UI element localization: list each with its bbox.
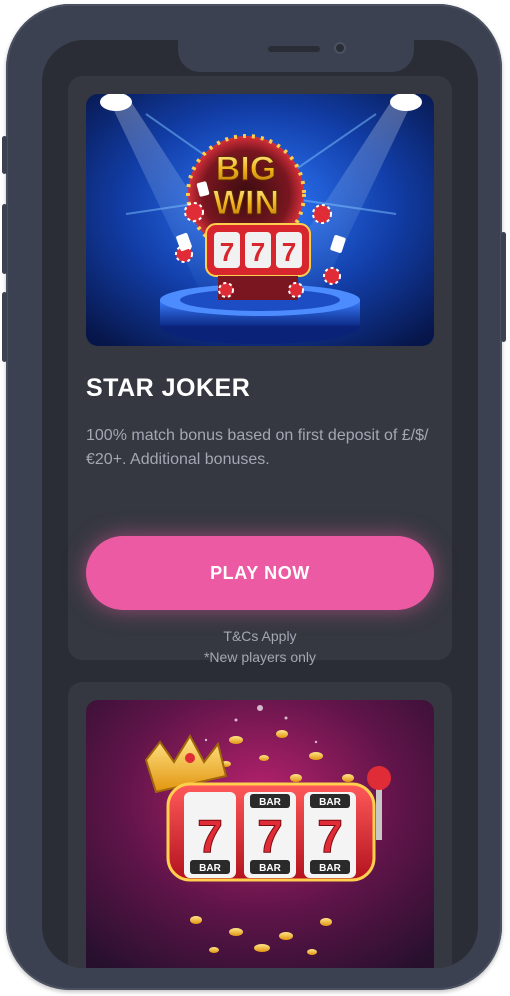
- reel-bottom-label: BAR: [319, 863, 341, 874]
- reel-symbol: 7: [220, 237, 234, 267]
- volume-up-button: [2, 204, 7, 274]
- win-text: WIN: [213, 184, 279, 222]
- phone-frame: BIG WIN 7 7 7 STAR JOKER 100% match bonu…: [2, 4, 506, 990]
- phone-screen: BIG WIN 7 7 7 STAR JOKER 100% match bonu…: [42, 40, 478, 968]
- play-now-button[interactable]: PLAY NOW: [86, 536, 434, 610]
- reel-symbol: 7: [282, 237, 296, 267]
- notch: [178, 40, 414, 72]
- reel-top-label: BAR: [259, 797, 281, 808]
- offer-banner-image-2: BAR BAR 7 7 7 BAR BAR BAR: [86, 700, 434, 968]
- lever-knob-icon: [367, 766, 391, 790]
- reel-symbol: 7: [197, 810, 223, 862]
- reel-symbol: 7: [251, 237, 265, 267]
- power-button: [501, 232, 506, 342]
- reel-symbol: 7: [317, 810, 343, 862]
- speaker-grille: [268, 46, 320, 52]
- reel-bottom-label: BAR: [199, 863, 221, 874]
- front-camera-icon: [334, 42, 346, 54]
- offer-card: BIG WIN 7 7 7 STAR JOKER 100% match bonu…: [68, 76, 452, 665]
- offer-description: 100% match bonus based on first deposit …: [86, 427, 429, 468]
- volume-down-button: [2, 292, 7, 362]
- offer-card-2: BAR BAR 7 7 7 BAR BAR BAR: [68, 682, 452, 968]
- big-text: BIG: [216, 150, 276, 188]
- offer-banner-image: BIG WIN 7 7 7: [86, 94, 434, 346]
- reel-top-label: BAR: [319, 797, 341, 808]
- terms-apply-text: T&Cs Apply: [223, 628, 297, 644]
- new-players-text: *New players only: [203, 649, 317, 665]
- silent-switch: [2, 136, 7, 174]
- reel-symbol: 7: [257, 810, 283, 862]
- reel-bottom-label: BAR: [259, 863, 281, 874]
- offer-title: STAR JOKER: [86, 374, 251, 402]
